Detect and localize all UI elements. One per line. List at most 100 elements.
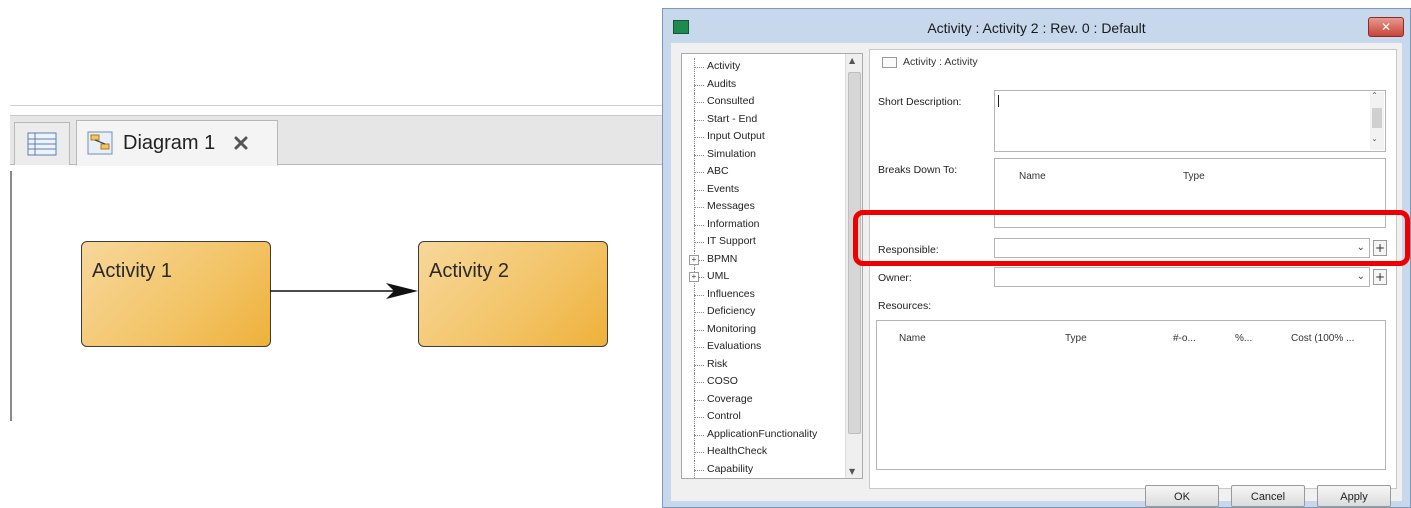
- tree-item-label: IT Support: [707, 235, 756, 247]
- tree-item[interactable]: IT Support: [688, 233, 817, 251]
- outline-view-tab[interactable]: [14, 122, 70, 165]
- tree-item[interactable]: Audits: [688, 75, 817, 94]
- tree-item[interactable]: Start - End: [688, 110, 817, 129]
- connector-arrow[interactable]: [270, 281, 420, 301]
- breadcrumb-text: Activity : Activity: [903, 56, 978, 68]
- tree-item[interactable]: Capability: [688, 460, 817, 479]
- expand-plus-icon[interactable]: +: [689, 254, 699, 265]
- dialog-title: Activity : Activity 2 : Rev. 0 : Default: [927, 20, 1146, 36]
- tree-item[interactable]: + UML: [688, 268, 817, 286]
- expand-plus-icon[interactable]: +: [689, 272, 699, 282]
- tree-item[interactable]: Events: [688, 180, 817, 199]
- tree-item[interactable]: Information: [688, 215, 817, 234]
- dialog-client-area: Activity Audits Consulted Start - End Input …: [671, 43, 1402, 507]
- text-caret: [998, 95, 999, 107]
- add-owner-button[interactable]: +: [1373, 269, 1387, 285]
- owner-select[interactable]: ⌄: [994, 267, 1370, 287]
- tree-item-label: Activity: [707, 60, 741, 72]
- close-icon: [234, 136, 248, 150]
- scroll-down-icon[interactable]: ▼: [849, 467, 855, 476]
- apply-button[interactable]: Apply: [1317, 485, 1391, 507]
- tree-item-label: ABC: [707, 165, 729, 177]
- diagram-tab[interactable]: Diagram 1: [76, 120, 278, 166]
- tree-item-label: Influences: [707, 287, 755, 300]
- activity-shape-1[interactable]: Activity 1: [81, 241, 271, 347]
- scroll-up-icon[interactable]: ▲: [849, 56, 855, 65]
- description-scroll-thumb[interactable]: [1372, 108, 1382, 128]
- form-breadcrumb: Activity : Activity: [882, 56, 978, 68]
- resources-col-name: Name: [899, 333, 926, 344]
- resources-label: Resources:: [878, 300, 932, 312]
- tree-item[interactable]: Risk: [688, 355, 817, 374]
- tree-item-label: Risk: [707, 357, 728, 370]
- tree-item[interactable]: Messages: [688, 198, 817, 216]
- tree-item[interactable]: Activity: [688, 58, 817, 76]
- short-description-input[interactable]: ˆ ˇ: [994, 90, 1386, 152]
- close-tab-button[interactable]: [229, 131, 253, 155]
- diagram-editor: Diagram 1 Activity 1 Activity 2: [0, 95, 665, 421]
- tree-item-label: Control: [707, 410, 741, 422]
- resources-col-percent: %...: [1235, 333, 1253, 344]
- diagram-icon: [87, 131, 113, 155]
- tree-item[interactable]: Evaluations: [688, 338, 817, 356]
- tree-item[interactable]: Monitoring: [688, 320, 817, 339]
- tree-item-label: Coverage: [707, 392, 753, 405]
- chevron-down-icon[interactable]: ˇ: [1372, 139, 1377, 150]
- resources-table[interactable]: Name Type #-o... %... Cost (100% ...: [876, 320, 1386, 470]
- highlight-rectangle: [853, 210, 1410, 266]
- tree-item-label: BPMN: [707, 252, 738, 265]
- tree-scrollbar[interactable]: ▲ ▼: [845, 54, 862, 478]
- chevron-up-icon[interactable]: ˆ: [1372, 92, 1377, 103]
- description-scrollbar[interactable]: ˆ ˇ: [1370, 92, 1384, 150]
- tree-item-label: Evaluations: [707, 340, 762, 352]
- owner-label: Owner:: [878, 272, 912, 284]
- tree-item-label: Capability: [707, 462, 754, 475]
- tree-item[interactable]: Influences: [688, 285, 817, 304]
- tree-item[interactable]: Input Output: [688, 128, 817, 146]
- tree-item-label: Messages: [707, 200, 755, 212]
- canvas-left-border: [10, 171, 12, 421]
- tree-item[interactable]: Deficiency: [688, 303, 817, 321]
- activity-shape-2[interactable]: Activity 2: [418, 241, 608, 347]
- tree-list: Activity Audits Consulted Start - End Input …: [688, 58, 817, 478]
- tree-item[interactable]: + BPMN: [688, 250, 817, 269]
- tree-item-label: Events: [707, 182, 740, 195]
- tree-item-label: Monitoring: [707, 322, 757, 335]
- editor-top-divider: [10, 105, 665, 106]
- breaks-down-col-type: Type: [1183, 171, 1205, 182]
- cancel-button[interactable]: Cancel: [1231, 485, 1305, 507]
- tree-item[interactable]: Control: [688, 408, 817, 426]
- ok-button[interactable]: OK: [1145, 485, 1219, 507]
- tree-item[interactable]: COSO: [688, 373, 817, 391]
- tree-item-label: UML: [707, 270, 730, 282]
- tree-item[interactable]: ABC: [688, 163, 817, 181]
- tree-item[interactable]: HealthCheck: [688, 443, 817, 461]
- tree-item-label: Information: [707, 217, 760, 230]
- breaks-down-col-name: Name: [1019, 171, 1046, 182]
- properties-form: Activity : Activity Short Description: ˆ…: [869, 49, 1397, 489]
- tree-item-label: Deficiency: [707, 305, 756, 317]
- category-tree: Activity Audits Consulted Start - End Input …: [681, 53, 863, 479]
- activity-2-label: Activity 2: [429, 260, 510, 282]
- dialog-title-bar[interactable]: Activity : Activity 2 : Rev. 0 : Default…: [663, 9, 1410, 43]
- chevron-down-icon[interactable]: ⌄: [1357, 271, 1365, 282]
- tree-item-label: Simulation: [707, 147, 757, 160]
- tree-item-label: COSO: [707, 375, 738, 387]
- breaks-down-label: Breaks Down To:: [878, 164, 958, 176]
- tree-item-label: HealthCheck: [707, 445, 768, 457]
- resources-col-cost: Cost (100% ...: [1291, 333, 1355, 344]
- tree-item[interactable]: Consulted: [688, 93, 817, 111]
- list-icon: [27, 132, 57, 156]
- activity-1-label: Activity 1: [92, 260, 173, 282]
- dialog-close-button[interactable]: ✕: [1368, 17, 1404, 37]
- tree-item[interactable]: ApplicationFunctionality: [688, 425, 818, 444]
- tree-item-label: Consulted: [707, 95, 755, 107]
- resources-col-type: Type: [1065, 333, 1087, 344]
- document-icon: [882, 56, 897, 68]
- tree-item-label: Audits: [707, 77, 737, 90]
- tree-item[interactable]: Coverage: [688, 390, 817, 409]
- tree-item-label: Input Output: [707, 130, 765, 142]
- tree-item-label: ApplicationFunctionality: [707, 427, 818, 440]
- tree-item-label: Start - End: [707, 112, 758, 125]
- tree-item[interactable]: Simulation: [688, 145, 817, 164]
